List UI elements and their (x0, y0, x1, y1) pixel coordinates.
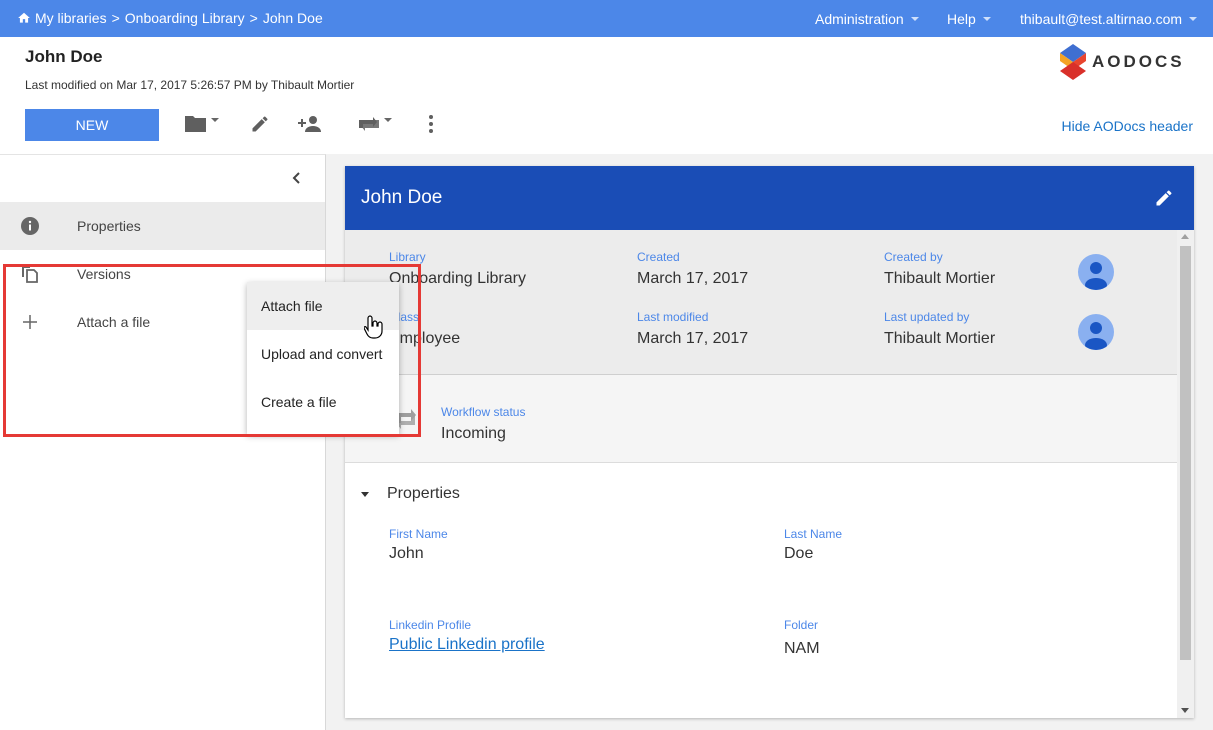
chevron-down-icon (982, 17, 991, 21)
help-menu[interactable]: Help (947, 11, 991, 27)
move-to-folder-button[interactable] (184, 112, 219, 136)
add-person-icon (298, 116, 321, 132)
more-vert-icon (429, 115, 433, 133)
workflow-button[interactable] (356, 112, 392, 136)
properties-section-toggle[interactable]: Properties (361, 485, 460, 503)
user-menu[interactable]: thibault@test.altirnao.com (1020, 11, 1198, 27)
created-by-label: Created by (884, 250, 943, 264)
attach-file-menu: Attach file Upload and convert Create a … (247, 282, 399, 434)
linkedin-profile-link[interactable]: Public Linkedin profile (389, 636, 545, 654)
breadcrumb-separator: > (111, 10, 120, 26)
more-options-button[interactable] (424, 112, 438, 136)
chevron-down-icon (1189, 17, 1198, 21)
side-panel: Properties Versions Attach a file (0, 154, 326, 730)
scrollbar[interactable] (1177, 230, 1194, 718)
workflow-status-label: Workflow status (441, 405, 526, 419)
breadcrumb-current-document: John Doe (262, 10, 323, 26)
help-menu-label: Help (947, 11, 976, 27)
workflow-section: Workflow status Incoming (345, 375, 1177, 463)
last-name-label: Last Name (784, 527, 843, 541)
document-title: John Doe (361, 187, 443, 208)
aodocs-logo-icon (1060, 44, 1086, 80)
document-card: John Doe Library Onboarding Library Crea… (345, 166, 1194, 718)
pencil-icon (252, 116, 268, 132)
last-name-value: Doe (784, 545, 814, 562)
caret-down-icon (361, 491, 369, 497)
plus-icon (20, 312, 40, 332)
properties-section: Properties First Name John Last Name Doe… (345, 463, 1177, 718)
scroll-down-arrow-icon[interactable] (1181, 708, 1189, 713)
last-modified-info: Last modified on Mar 17, 2017 5:26:57 PM… (25, 78, 355, 92)
hand-cursor-icon (363, 314, 384, 345)
aodocs-logo-text: AODOCS (1092, 52, 1185, 71)
document-metadata: Library Onboarding Library Created March… (345, 230, 1177, 375)
created-by-value: Thibault Mortier (884, 270, 996, 287)
last-updated-by-value: Thibault Mortier (884, 330, 996, 347)
folder-value: NAM (784, 640, 820, 657)
edit-button[interactable] (250, 112, 270, 136)
chevron-down-icon (211, 118, 219, 122)
created-label: Created (637, 250, 680, 264)
last-updated-by-label: Last updated by (884, 310, 970, 324)
page-title: John Doe (25, 47, 103, 66)
folder-icon (185, 116, 206, 132)
hide-header-link[interactable]: Hide AODocs header (1061, 118, 1193, 134)
person-icon (1085, 262, 1107, 290)
menu-item-create-file[interactable]: Create a file (247, 378, 399, 426)
share-button[interactable] (297, 112, 323, 136)
info-icon (20, 216, 40, 236)
linkedin-profile-label: Linkedin Profile (389, 618, 472, 632)
avatar (1078, 314, 1114, 350)
last-modified-label: Last modified (637, 310, 709, 324)
class-value: Employee (389, 330, 461, 347)
chevron-down-icon (910, 17, 919, 21)
breadcrumb-onboarding-library[interactable]: Onboarding Library (125, 10, 245, 26)
workflow-status-value: Incoming (441, 425, 506, 442)
sidebar-item-label: Versions (77, 266, 131, 282)
aodocs-logo: AODOCS (1060, 44, 1185, 80)
new-button[interactable]: NEW (25, 109, 159, 141)
first-name-label: First Name (389, 527, 448, 541)
scroll-up-arrow-icon[interactable] (1181, 234, 1189, 239)
person-icon (1085, 322, 1107, 350)
properties-section-title: Properties (387, 485, 460, 502)
top-bar: My libraries > Onboarding Library > John… (0, 0, 1213, 37)
copy-icon (20, 264, 40, 284)
created-value: March 17, 2017 (637, 270, 749, 287)
library-value: Onboarding Library (389, 270, 526, 287)
library-label: Library (389, 250, 426, 264)
administration-menu-label: Administration (815, 11, 904, 27)
breadcrumb: My libraries > Onboarding Library > John… (17, 10, 323, 26)
administration-menu[interactable]: Administration (815, 11, 919, 27)
edit-document-button[interactable] (1154, 188, 1174, 213)
sidebar-item-label: Properties (77, 218, 141, 234)
workflow-icon (359, 117, 379, 131)
sidebar-item-properties[interactable]: Properties (0, 202, 325, 250)
chevron-down-icon (384, 118, 392, 122)
sidebar-item-label: Attach a file (77, 314, 151, 330)
folder-label: Folder (784, 618, 819, 632)
first-name-value: John (389, 545, 424, 562)
user-menu-label: thibault@test.altirnao.com (1020, 11, 1183, 27)
chevron-left-icon (292, 172, 300, 184)
document-card-header: John Doe (345, 166, 1194, 230)
scrollbar-thumb[interactable] (1180, 246, 1191, 660)
collapse-panel-button[interactable] (288, 169, 306, 187)
pencil-icon (1156, 190, 1172, 206)
home-icon (18, 12, 30, 23)
last-modified-value: March 17, 2017 (637, 330, 749, 347)
avatar (1078, 254, 1114, 290)
breadcrumb-my-libraries[interactable]: My libraries (35, 10, 107, 26)
breadcrumb-separator: > (249, 10, 258, 26)
